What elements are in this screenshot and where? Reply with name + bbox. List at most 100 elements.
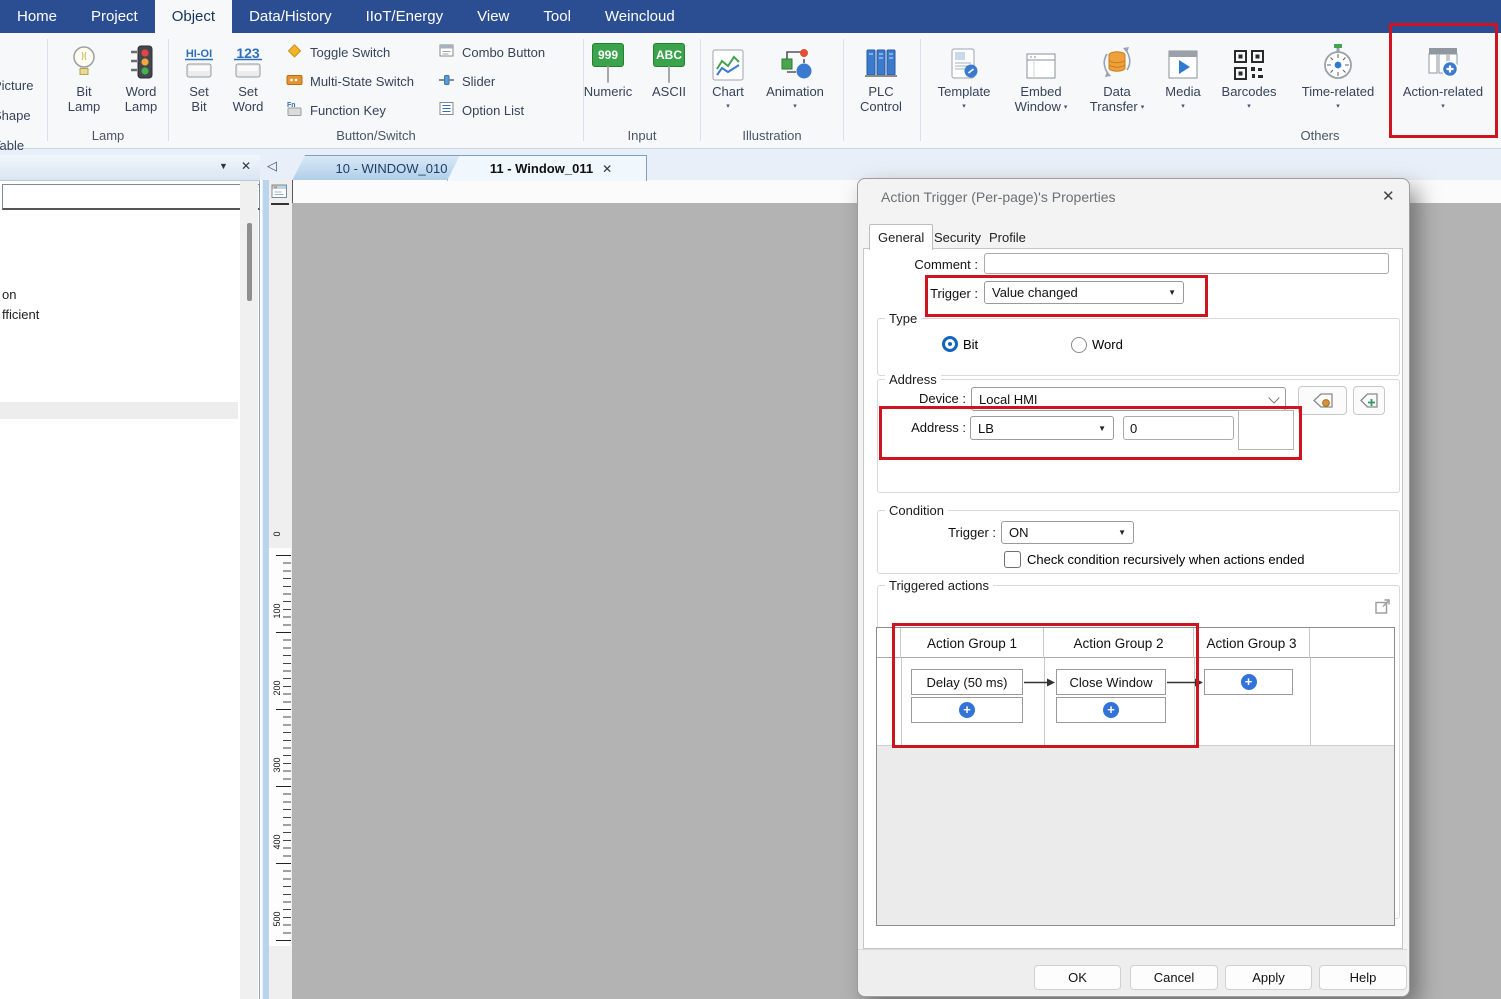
dialog-footer: OK Cancel Apply Help — [858, 949, 1407, 995]
ribbon-table[interactable]: Table — [0, 131, 46, 161]
menu-iiot-energy[interactable]: IIoT/Energy — [349, 0, 461, 33]
ribbon-side-column: Picture Shape Table — [0, 71, 46, 161]
recursive-checkbox[interactable] — [1004, 551, 1021, 568]
add-action-group1-button[interactable]: + — [911, 697, 1023, 723]
trigger-combo[interactable]: Value changed ▼ — [984, 281, 1184, 304]
label: Window — [1015, 99, 1061, 114]
radio-word-label: Word — [1092, 337, 1123, 352]
condition-legend: Condition — [885, 503, 948, 518]
address-tag-library-button[interactable] — [1298, 386, 1347, 415]
ribbon-word-lamp-button[interactable]: Word Lamp — [111, 38, 171, 114]
ribbon-time-related-button[interactable]: Time-related ▾ — [1294, 38, 1382, 110]
ribbon-media-button[interactable]: Media ▾ — [1153, 38, 1213, 110]
label: Option List — [462, 103, 524, 118]
column-action-group-1[interactable]: Action Group 1 — [901, 628, 1044, 658]
add-action-group3-button[interactable]: + — [1204, 669, 1293, 695]
ribbon-picture[interactable]: Picture — [0, 71, 46, 101]
device-label: Device : — [886, 391, 966, 406]
panel-collapse-icon[interactable]: ▼ — [219, 161, 228, 171]
label: Toggle Switch — [310, 45, 390, 60]
add-address-tag-button[interactable] — [1353, 386, 1385, 415]
tab-close-icon[interactable]: ✕ — [602, 162, 612, 176]
ribbon-set-word-button[interactable]: 123 Set Word — [218, 38, 278, 114]
radio-word[interactable] — [1071, 337, 1087, 355]
dialog-title: Action Trigger (Per-page)'s Properties — [881, 189, 1116, 205]
ribbon-slider[interactable]: Slider — [438, 71, 495, 91]
combo-button-icon — [438, 42, 455, 62]
dialog-tab-profile[interactable]: Profile — [981, 227, 1034, 248]
help-button[interactable]: Help — [1319, 965, 1407, 990]
menu-tool[interactable]: Tool — [526, 0, 588, 33]
doc-tab-window-011[interactable]: 11 - Window_011 ✕ — [447, 155, 647, 181]
menu-home[interactable]: Home — [0, 0, 74, 33]
open-external-icon[interactable] — [1375, 598, 1391, 619]
ribbon-data-transfer-button[interactable]: Data Transfer▾ — [1085, 38, 1149, 115]
column-action-group-3[interactable]: Action Group 3 — [1194, 628, 1310, 658]
action-related-icon — [1397, 38, 1489, 84]
ribbon-animation-button[interactable]: Animation ▾ — [763, 38, 827, 110]
menu-data-history[interactable]: Data/History — [232, 0, 349, 33]
dialog-tab-general[interactable]: General — [869, 224, 933, 250]
chevron-down-icon: ▾ — [1141, 104, 1145, 111]
column-action-group-2[interactable]: Action Group 2 — [1044, 628, 1194, 658]
ribbon-combo-button[interactable]: Combo Button — [438, 42, 545, 62]
add-action-group2-button[interactable]: + — [1056, 697, 1166, 723]
ascii-icon: ABC — [639, 38, 699, 84]
comment-input[interactable] — [984, 253, 1389, 274]
list-selected-row[interactable] — [0, 402, 238, 419]
radio-bit[interactable] — [942, 336, 958, 354]
dialog-close-icon[interactable]: ✕ — [1382, 187, 1395, 205]
address-value-input[interactable] — [1123, 416, 1234, 440]
ribbon-chart-button[interactable]: Chart ▾ — [700, 38, 756, 110]
dialog-tab-security[interactable]: Security — [926, 227, 989, 248]
ribbon-multi-state-switch[interactable]: Multi-State Switch — [286, 71, 414, 91]
label: Multi-State Switch — [310, 74, 414, 89]
action-close-window[interactable]: Close Window — [1056, 669, 1166, 695]
canvas-corner-icon[interactable] — [271, 183, 288, 205]
menu-weincloud[interactable]: Weincloud — [588, 0, 692, 33]
apply-button[interactable]: Apply — [1225, 965, 1312, 990]
chevron-down-icon: ▾ — [1294, 103, 1382, 110]
panel-close-icon[interactable]: ✕ — [241, 159, 251, 173]
action-delay[interactable]: Delay (50 ms) — [911, 669, 1023, 695]
embed-window-icon — [1007, 38, 1075, 84]
list-item[interactable]: fficient — [2, 307, 39, 322]
label: Transfer — [1090, 99, 1138, 114]
menu-project[interactable]: Project — [74, 0, 155, 33]
ribbon-embed-window-button[interactable]: Embed Window▾ — [1007, 38, 1075, 115]
device-combo[interactable]: Local HMI — [971, 387, 1286, 411]
tab-label: 10 - WINDOW_010 — [336, 161, 448, 176]
ribbon-numeric-button[interactable]: 999 Numeric — [578, 38, 638, 99]
combo-arrow-icon: ▼ — [1168, 288, 1176, 297]
header-spacer — [877, 628, 901, 658]
divider — [1044, 658, 1045, 746]
multi-state-switch-icon — [286, 71, 303, 91]
label: ASCII — [652, 84, 686, 99]
radio-bit-label: Bit — [963, 337, 978, 352]
plc-control-icon — [849, 38, 913, 84]
address-type-combo[interactable]: LB ▼ — [970, 416, 1114, 440]
list-item[interactable]: on — [2, 287, 16, 302]
menu-object[interactable]: Object — [155, 0, 232, 33]
ribbon-function-key[interactable]: Fn Function Key — [286, 100, 386, 120]
ribbon-bit-lamp-button[interactable]: Bit Lamp — [54, 38, 114, 114]
ribbon-option-list[interactable]: Option List — [438, 100, 524, 120]
menu-view[interactable]: View — [460, 0, 526, 33]
ribbon-toggle-switch[interactable]: Toggle Switch — [286, 42, 390, 62]
condition-trigger-combo[interactable]: ON ▼ — [1001, 521, 1134, 544]
scrollbar-thumb[interactable] — [247, 223, 252, 301]
ok-button[interactable]: OK — [1034, 965, 1121, 990]
ribbon-ascii-button[interactable]: ABC ASCII — [639, 38, 699, 99]
cancel-button[interactable]: Cancel — [1130, 965, 1218, 990]
ribbon-plc-control-button[interactable]: PLC Control — [849, 38, 913, 114]
group-label-illustration: Illustration — [701, 128, 843, 143]
panel-search-input[interactable] — [2, 184, 260, 210]
ribbon-barcodes-button[interactable]: Barcodes ▾ — [1217, 38, 1281, 110]
ribbon-action-related-button[interactable]: Action-related ▾ — [1397, 38, 1489, 110]
word-lamp-icon — [111, 38, 171, 84]
chevron-down-icon: ▾ — [930, 103, 998, 110]
ribbon-shape[interactable]: Shape — [0, 101, 46, 131]
tab-scroll-left-icon[interactable]: ◁ — [267, 158, 277, 174]
ribbon-template-button[interactable]: Template ▾ — [930, 38, 998, 110]
ruler-label: 400 — [272, 829, 282, 855]
